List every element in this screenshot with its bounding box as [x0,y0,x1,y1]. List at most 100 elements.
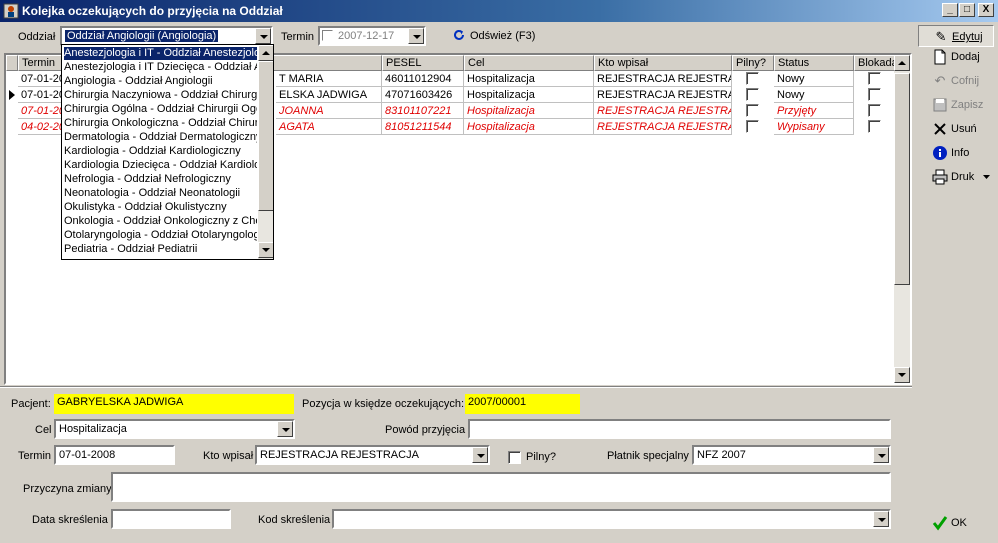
dropdown-item[interactable]: Otolaryngologia - Oddział Otolaryngologi… [64,229,257,242]
dropdown-item[interactable]: Neonatologia - Oddział Neonatologii [64,187,257,200]
cell-cel[interactable]: Hospitalizacja [464,103,594,119]
grid-scrollbar[interactable] [894,55,910,383]
dropdown-item[interactable]: Okulistyka - Oddział Okulistyczny [64,201,257,214]
scroll-up-icon[interactable] [258,45,273,61]
chevron-down-icon[interactable] [472,447,488,463]
chevron-down-icon[interactable] [873,511,889,527]
scroll-down-icon[interactable] [894,367,910,383]
cell-status[interactable]: Nowy [774,87,854,103]
cell-pacjent[interactable]: AGATA [276,119,382,135]
cell-pesel[interactable]: 83101107221 [382,103,464,119]
dropdown-item[interactable]: Chirurgia Onkologiczna - Oddział Chirurg… [64,117,257,130]
oddzial-dropdown-list[interactable]: Anestezjologia i IT - Oddział Anestezjol… [61,44,274,260]
cell-termin[interactable]: 07-01-2008 [18,103,62,119]
data-skreslenia-input[interactable] [111,509,231,529]
scroll-thumb[interactable] [894,73,910,285]
dropdown-item[interactable]: Anestezjologia i IT - Oddział Anestezjol… [64,47,257,60]
pilny-checkbox[interactable] [746,88,759,101]
dropdown-item[interactable]: Nefrologia - Oddział Nefrologiczny [64,173,257,186]
dropdown-item[interactable]: Angiologia - Oddział Angiologii [64,75,257,88]
edit-icon: ✎ [935,29,947,44]
cell-termin[interactable]: 07-01-2008 [18,71,62,87]
cell-cel[interactable]: Hospitalizacja [464,87,594,103]
cell-cel[interactable]: Hospitalizacja [464,71,594,87]
cell-status[interactable]: Wypisany [774,119,854,135]
print-button[interactable]: Druk [918,166,994,188]
cell-pacjent[interactable]: ELSKA JADWIGA [276,87,382,103]
dropdown-item[interactable]: Kardiologia Dziecięca - Oddział Kardiolo… [64,159,257,172]
dropdown-scrollbar[interactable] [258,45,273,259]
cell-status[interactable]: Nowy [774,71,854,87]
chevron-down-icon[interactable] [983,175,990,180]
cell-termin[interactable]: 07-01-2008 [18,87,62,103]
cell-kto[interactable]: REJESTRACJA REJESTRACJA [594,103,732,119]
maximize-button[interactable]: □ [959,3,975,17]
col-header-termin[interactable]: Termin [18,55,62,71]
dropdown-item[interactable]: Kardiologia - Oddział Kardiologiczny [64,145,257,158]
undo-button[interactable]: ↶ Cofnij [918,70,994,92]
pilny-checkbox[interactable] [746,104,759,117]
save-button[interactable]: Zapisz [918,94,994,116]
cell-pesel[interactable]: 81051211544 [382,119,464,135]
minimize-button[interactable]: _ [942,3,958,17]
save-icon [933,98,947,112]
chevron-down-icon[interactable] [873,447,889,463]
pilny-checkbox[interactable] [746,72,759,85]
dropdown-item[interactable]: Chirurgia Ogólna - Oddział Chirurgii Ogó… [64,103,257,116]
cell-pacjent[interactable]: T MARIA [276,71,382,87]
cell-kto[interactable]: REJESTRACJA REJESTRACJA [594,119,732,135]
blokada-checkbox[interactable] [868,88,881,101]
scroll-up-icon[interactable] [894,55,910,71]
blokada-checkbox[interactable] [868,104,881,117]
info-icon [933,146,947,160]
col-header-pilny[interactable]: Pilny? [732,55,774,71]
przyczyna-input[interactable] [111,472,891,502]
cell-pesel[interactable]: 46011012904 [382,71,464,87]
platnik-combo[interactable]: NFZ 2007 [692,445,891,465]
cell-status[interactable]: Przyjęty [774,103,854,119]
edit-button[interactable]: ✎ Edytuj [918,25,994,47]
oddzial-combo[interactable]: Oddział Angiologii (Angiologia) [60,26,273,46]
cel-combo[interactable]: Hospitalizacja [54,419,295,439]
col-header-pesel[interactable]: PESEL [382,55,464,71]
col-header-status[interactable]: Status [774,55,854,71]
dropdown-item[interactable]: Onkologia - Oddział Onkologiczny z Che [64,215,257,228]
app-icon [3,3,19,19]
blokada-checkbox[interactable] [868,72,881,85]
pilny-label: Pilny? [526,451,556,463]
cell-termin[interactable]: 04-02-2008 [18,119,62,135]
ok-button[interactable]: OK [918,512,994,534]
powod-input[interactable] [468,419,891,439]
blokada-checkbox[interactable] [868,120,881,133]
cell-kto[interactable]: REJESTRACJA REJESTRACJA [594,87,732,103]
pilny-checkbox[interactable] [746,120,759,133]
kod-skreslenia-combo[interactable] [332,509,891,529]
scroll-down-icon[interactable] [258,242,273,258]
dropdown-item[interactable]: Pediatria - Oddział Pediatrii [64,243,257,256]
cell-pacjent[interactable]: JOANNA [276,103,382,119]
termin-input[interactable]: 07-01-2008 [54,445,175,465]
chevron-down-icon[interactable] [255,28,271,44]
col-header-kto[interactable]: Kto wpisał [594,55,732,71]
termin-filter-field[interactable]: 2007-12-17 [318,26,426,46]
pilny-checkbox[interactable] [508,451,521,464]
dropdown-item[interactable]: Anestezjologia i IT Dziecięca - Oddział … [64,61,257,74]
termin-filter-checkbox[interactable] [322,30,333,41]
info-button[interactable]: Info [918,142,994,164]
col-header-cel[interactable]: Cel [464,55,594,71]
chevron-down-icon[interactable] [408,28,424,44]
kto-combo[interactable]: REJESTRACJA REJESTRACJA [255,445,490,465]
cell-kto[interactable]: REJESTRACJA REJESTRACJA [594,71,732,87]
delete-button[interactable]: Usuń [918,118,994,140]
cell-pesel[interactable]: 47071603426 [382,87,464,103]
col-header-blokada[interactable]: Blokada [854,55,898,71]
add-button[interactable]: Dodaj [918,46,994,68]
dropdown-item[interactable]: Dermatologia - Oddział Dermatologiczny [64,131,257,144]
refresh-button[interactable]: Odśwież (F3) [450,26,540,46]
dropdown-item[interactable]: Chirurgia Naczyniowa - Oddział Chirurgii… [64,89,257,102]
kod-skreslenia-label: Kod skreślenia [258,514,331,526]
close-button[interactable]: X [978,3,994,17]
chevron-down-icon[interactable] [277,421,293,437]
cell-cel[interactable]: Hospitalizacja [464,119,594,135]
scroll-thumb[interactable] [258,61,273,211]
